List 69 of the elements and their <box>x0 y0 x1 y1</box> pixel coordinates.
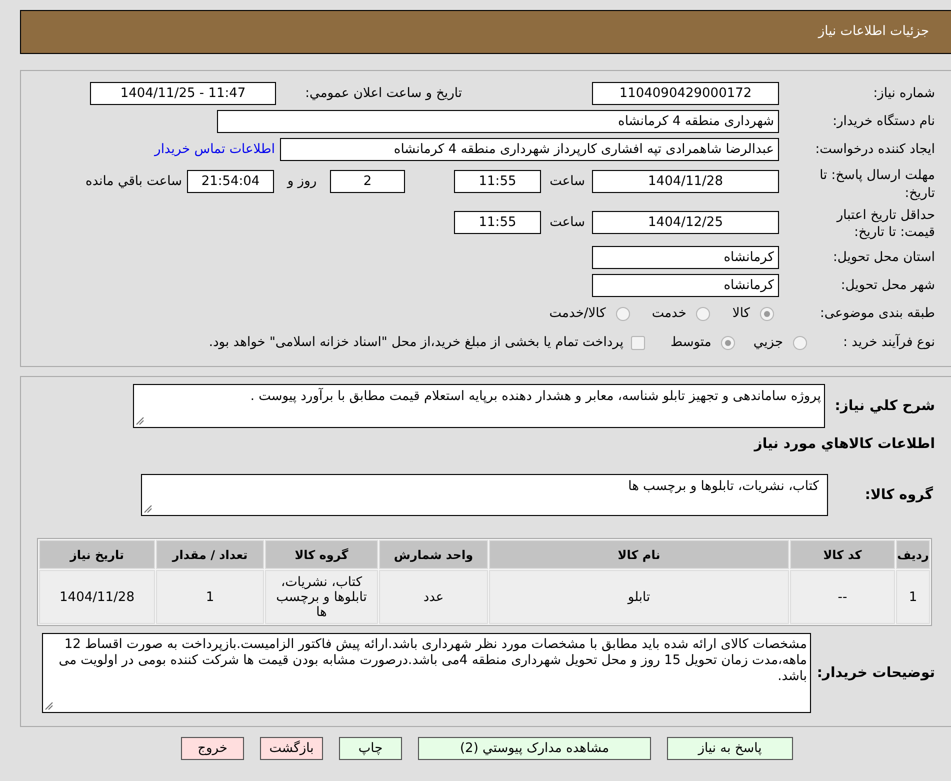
radio-label: کالا <box>732 306 750 322</box>
treasury-payment-label: پرداخت تمام یا بخشی از مبلغ خرید،از محل "اسناد خزانه اسلامی" خواهد بود. <box>208 335 624 351</box>
action-button[interactable]: بازگشت <box>260 737 323 760</box>
creator-field[interactable]: عبدالرضا شاهمرادی تپه افشاری کارپرداز شهرداری منطقه 4 کرمانشاه <box>280 138 779 161</box>
action-button[interactable]: پاسخ به نیاز <box>667 737 793 760</box>
table-header-cell: ردیف <box>896 540 930 569</box>
table-header-cell: کد کالا <box>790 540 895 569</box>
days-field[interactable]: 2 <box>330 170 405 193</box>
deadline-label: مهلت ارسال پاسخ: تا تاریخ: <box>818 167 935 203</box>
radio-button[interactable] <box>721 336 736 350</box>
buyer-org-field[interactable]: شهرداری منطقه 4 کرمانشاه <box>217 110 779 133</box>
deadline-time-field[interactable]: 11:55 <box>454 170 541 193</box>
radio-button[interactable] <box>616 306 630 320</box>
resize-handle-icon[interactable] <box>136 417 144 425</box>
action-button[interactable]: چاپ <box>339 737 402 760</box>
table-cell: تابلو <box>489 570 789 624</box>
city-field[interactable]: کرمانشاه <box>592 274 779 297</box>
radio-label: متوسط <box>670 335 712 351</box>
announce-date-label: تاریخ و ساعت اعلان عمومي: <box>305 86 462 102</box>
table-cell: کتاب، نشریات، تابلوها و برچسب ها <box>265 570 378 624</box>
remaining-time-field[interactable]: 21:54:04 <box>187 170 274 193</box>
resize-handle-icon[interactable] <box>144 505 152 513</box>
table-header-cell: واحد شمارش <box>379 540 488 569</box>
radio-label: خدمت <box>652 306 686 322</box>
page-title: جزئیات اطلاعات نیاز <box>818 24 929 40</box>
province-label: استان محل تحویل: <box>832 250 935 266</box>
table-header-cell: نام کالا <box>489 540 789 569</box>
days-label: روز و <box>287 174 317 190</box>
validity-label: حداقل تاریخ اعتبار قیمت: تا تاریخ: <box>835 207 935 241</box>
buyer-notes-label: توضیحات خریدار: <box>816 665 935 681</box>
resize-handle-icon[interactable] <box>45 702 53 710</box>
category-label: طبقه بندی موضوعی: <box>818 306 935 322</box>
buyer-org-label: نام دستگاه خریدار: <box>832 114 935 130</box>
radio-label: جزيي <box>753 335 783 351</box>
process-label: نوع فرآیند خرید : <box>842 335 935 351</box>
buyer-notes-textarea[interactable]: مشخصات کالای ارائه شده باید مطابق با مشخصات مورد نظر شهرداری باشد.ارائه پیش فاکتور الزامیست.بازپرداخت به صورت اقساط 12 ماهه،مدت زمان تحویل 15 روز و محل تحویل شهرداری منطقه 4می باشد.درصورت مشابه بودن قیمت ها شرکت کننده بومی در اولویت می باشد. <box>42 633 811 713</box>
table-cell: 1404/11/28 <box>39 570 155 624</box>
table-cell: 1 <box>156 570 264 624</box>
items-heading: اطلاعات كالاهاي مورد نياز <box>754 436 935 452</box>
time-label: ساعت <box>550 174 585 190</box>
table-cell: -- <box>790 570 895 624</box>
goods-group-textarea[interactable]: کتاب، نشریات، تابلوها و برچسب ها <box>141 474 828 516</box>
time-label: ساعت <box>550 214 585 230</box>
table-cell: عدد <box>379 570 488 624</box>
validity-time-field[interactable]: 11:55 <box>454 211 541 234</box>
table-cell: 1 <box>896 570 930 624</box>
table-header-cell: تاریخ نیاز <box>39 540 155 569</box>
announce-date-field[interactable]: 1404/11/25 - 11:47 <box>90 82 276 105</box>
buyer-contact-link[interactable]: اطلاعات تماس خریدار <box>154 142 275 158</box>
deadline-date-field[interactable]: 1404/11/28 <box>592 170 779 193</box>
need-number-label: شماره نیاز: <box>872 86 935 102</box>
province-field[interactable]: کرمانشاه <box>592 246 779 269</box>
table-header-cell: گروه کالا <box>265 540 378 569</box>
radio-button[interactable] <box>696 306 710 320</box>
validity-date-field[interactable]: 1404/12/25 <box>592 211 779 234</box>
need-number-field[interactable]: 1104090429000172 <box>592 82 779 105</box>
action-button[interactable]: مشاهده مدارک پیوستي (2) <box>418 737 651 760</box>
city-label: شهر محل تحویل: <box>840 278 935 294</box>
radio-button[interactable] <box>760 306 774 320</box>
checkbox[interactable] <box>631 336 646 350</box>
summary-textarea[interactable]: پروژه ساماندهی و تجهیز تابلو شناسه، معابر و هشدار دهنده برپایه استعلام قیمت مطابق با برآورد پیوست . <box>133 384 825 428</box>
remaining-time-label: ساعت باقي مانده <box>86 174 182 190</box>
summary-label: شرح كلي نياز: <box>834 398 935 414</box>
table-header-cell: تعداد / مقدار <box>156 540 264 569</box>
radio-button[interactable] <box>793 336 807 350</box>
action-button[interactable]: خروج <box>181 737 244 760</box>
creator-label: ایجاد کننده درخواست: <box>814 142 935 158</box>
goods-group-label: گروه کالا: <box>864 487 934 503</box>
radio-label: کالا/خدمت <box>549 306 606 322</box>
